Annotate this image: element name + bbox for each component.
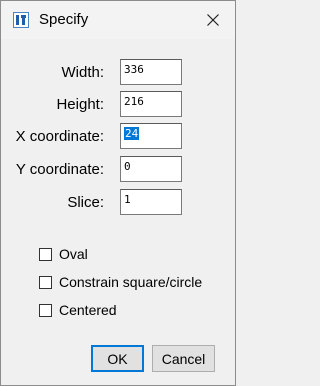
height-value: 216	[124, 95, 144, 108]
close-button[interactable]	[199, 7, 227, 33]
x-coordinate-label: X coordinate:	[15, 128, 104, 145]
y-coordinate-field[interactable]: 0	[120, 156, 182, 182]
slice-label: Slice:	[67, 194, 104, 211]
x-coordinate-value: 24	[124, 127, 140, 140]
imagej-app-icon	[13, 12, 29, 28]
constrain-square-circle-checkbox[interactable]	[39, 276, 52, 289]
slice-value: 1	[124, 193, 131, 206]
x-coordinate-field[interactable]: 24	[120, 123, 182, 149]
width-label: Width:	[61, 64, 104, 81]
height-label: Height:	[56, 96, 104, 113]
title-bar[interactable]: Specify	[1, 1, 235, 39]
ok-button[interactable]: OK	[91, 345, 144, 372]
width-value: 336	[124, 63, 144, 76]
specify-dialog: Specify Width: 336 Height: 216 X coordin…	[0, 0, 236, 386]
slice-field[interactable]: 1	[120, 189, 182, 215]
centered-checkbox[interactable]	[39, 304, 52, 317]
cancel-button[interactable]: Cancel	[152, 345, 215, 372]
close-icon	[207, 14, 219, 26]
centered-checkbox-label: Centered	[59, 302, 117, 318]
oval-checkbox[interactable]	[39, 248, 52, 261]
y-coordinate-value: 0	[124, 160, 131, 173]
width-field[interactable]: 336	[120, 59, 182, 85]
height-field[interactable]: 216	[120, 91, 182, 117]
y-coordinate-label: Y coordinate:	[15, 161, 104, 178]
constrain-checkbox-label: Constrain square/circle	[59, 274, 203, 290]
oval-checkbox-label: Oval	[59, 246, 88, 262]
window-title: Specify	[39, 11, 89, 28]
